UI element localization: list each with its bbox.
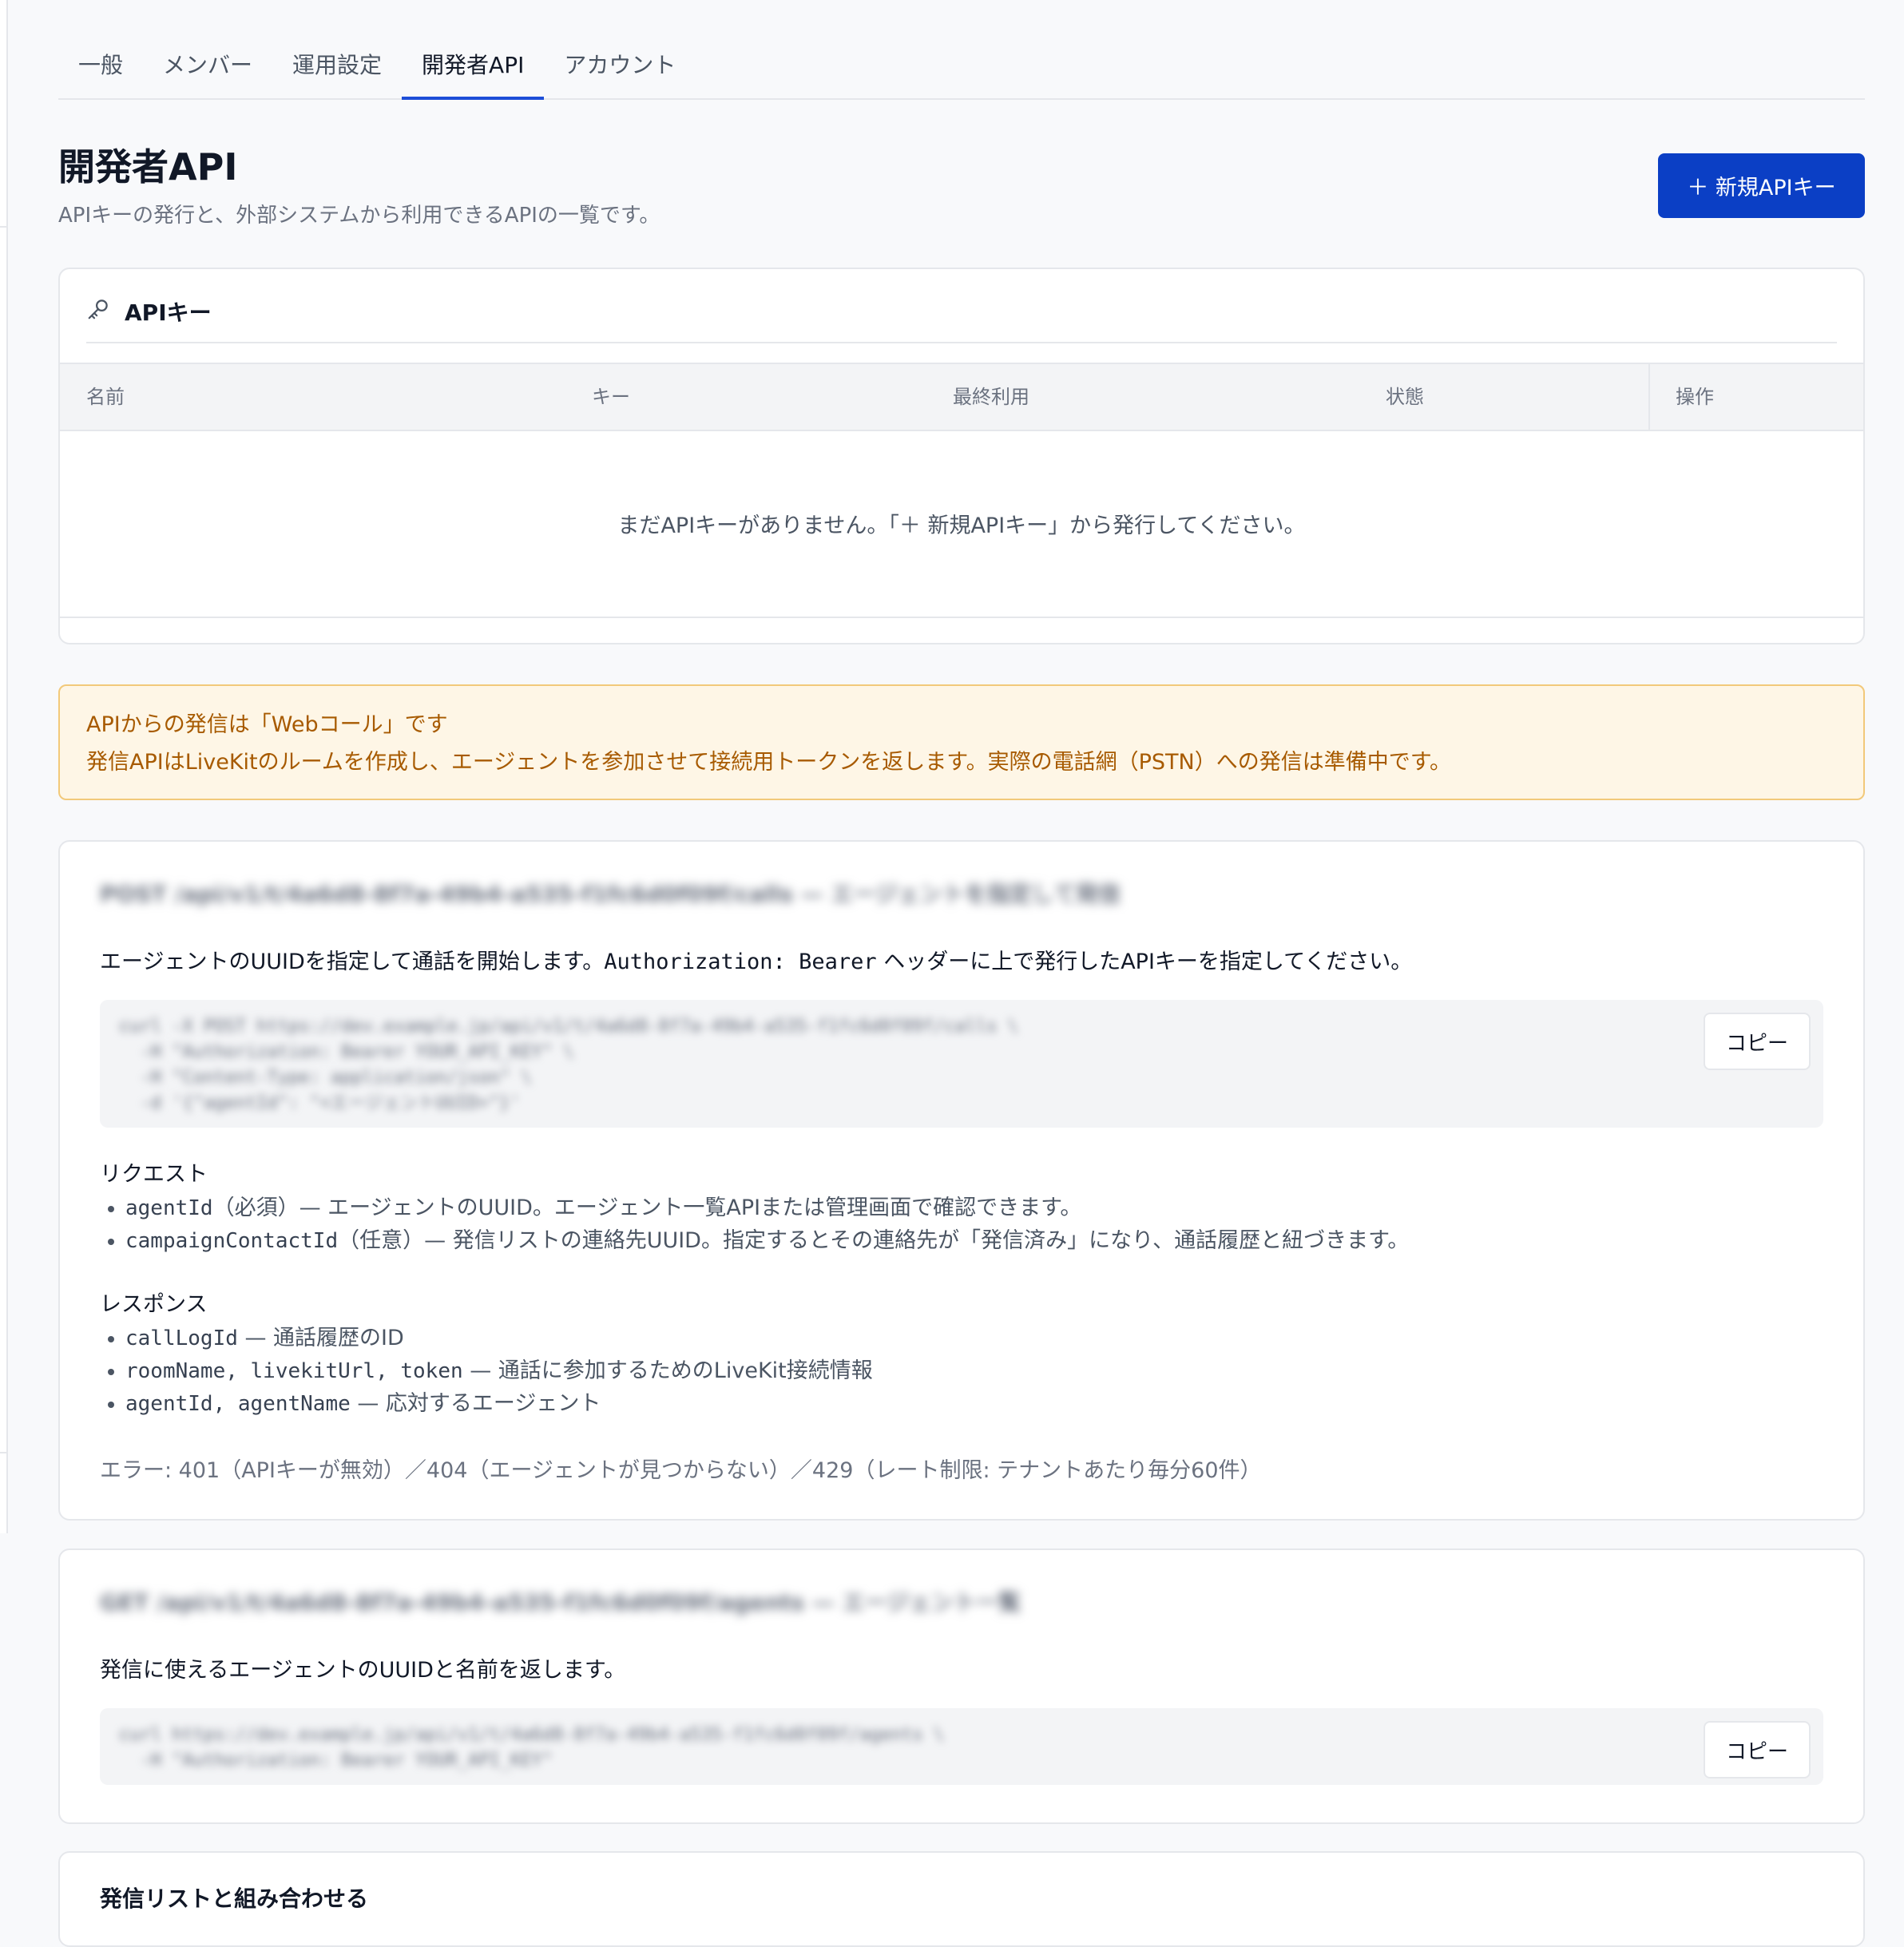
description-text: エージェントのUUIDを指定して通話を開始します。 — [100, 950, 605, 974]
new-api-key-button[interactable]: ＋ 新規APIキー — [1658, 153, 1865, 218]
api-keys-title: APIキー — [125, 299, 212, 326]
notice-body: 発信APIはLiveKitのルームを作成し、エージェントを参加させて接続用トーク… — [86, 750, 1451, 775]
request-label: リクエスト — [100, 1162, 208, 1187]
endpoint-card-calls: POST /api/v1/t/4a6d8-8f7a-49b4-a535-f1fc… — [58, 840, 1865, 1521]
page-subtitle: APIキーの発行と、外部システムから利用できるAPIの一覧です。 — [58, 204, 660, 228]
empty-state-message: まだAPIキーがありません。「＋ 新規APIキー」から発行してください。 — [617, 514, 1306, 538]
column-name: 名前 — [86, 386, 125, 408]
field-name: agentId, agentName — [125, 1392, 351, 1416]
tab-developer-api[interactable]: 開発者API — [402, 50, 545, 100]
endpoint-description: 発信に使えるエージェントのUUIDと名前を返します。 — [100, 1658, 626, 1683]
api-keys-table-header: 名前 キー 最終利用 状態 操作 — [60, 363, 1863, 431]
field-name: callLogId — [125, 1326, 238, 1350]
field-desc: — 通話に参加するためのLiveKit接続情報 — [462, 1358, 873, 1383]
list-item: agentId, agentName — 応対するエージェント — [108, 1387, 873, 1420]
field-desc: — 応対するエージェント — [350, 1391, 601, 1416]
code-sample: curl -X POST https://dev.example.jp/api/… — [119, 1017, 1018, 1113]
response-list: callLogId — 通話履歴のID roomName, livekitUrl… — [108, 1322, 873, 1420]
description-text: ヘッダーに上で発行したAPIキーを指定してください。 — [883, 950, 1413, 974]
field-name: roomName, livekitUrl, token — [125, 1359, 463, 1383]
divider — [60, 617, 1863, 618]
endpoint-description: エージェントのUUIDを指定して通話を開始します。Authorization: … — [100, 944, 1412, 975]
column-status: 状態 — [1386, 386, 1424, 408]
tab-account[interactable]: アカウント — [544, 50, 696, 98]
error-codes: エラー: 401（APIキーが無効）／404（エージェントが見つからない）／42… — [100, 1458, 1262, 1483]
api-keys-card: APIキー 名前 キー 最終利用 状態 操作 まだAPIキーがありません。「＋ … — [58, 268, 1865, 644]
column-last-used: 最終利用 — [953, 386, 1029, 408]
notice-title: APIからの発信は「Webコール」です — [86, 712, 448, 737]
response-label: レスポンス — [100, 1292, 208, 1317]
code-block: curl https://dev.example.jp/api/v1/t/4a6… — [100, 1708, 1823, 1785]
column-key: キー — [592, 386, 630, 408]
request-list: agentId（必須）— エージェントのUUID。エージェント一覧APIまたは管… — [108, 1192, 1409, 1257]
page-title: 開発者API — [58, 145, 238, 188]
sidebar-divider — [0, 226, 6, 228]
sidebar-divider — [0, 1452, 6, 1453]
page-header: 開発者API APIキーの発行と、外部システムから利用できるAPIの一覧です。 … — [58, 100, 1865, 269]
code-block: curl -X POST https://dev.example.jp/api/… — [100, 1000, 1823, 1128]
list-item: callLogId — 通話履歴のID — [108, 1322, 873, 1354]
list-item: agentId（必須）— エージェントのUUID。エージェント一覧APIまたは管… — [108, 1192, 1409, 1224]
key-icon — [86, 297, 110, 327]
main-content: 一般 メンバー 運用設定 開発者API アカウント 開発者API APIキーの発… — [58, 0, 1865, 1947]
endpoint-title: GET /api/v1/t/4a6d8-8f7a-49b4-a535-f1fc6… — [100, 1589, 1021, 1616]
auth-header-code: Authorization: Bearer — [604, 950, 877, 974]
sidebar-edge — [0, 0, 8, 1533]
list-item: campaignContactId（任意）— 発信リストの連絡先UUID。指定す… — [108, 1224, 1409, 1257]
field-desc: — 通話履歴のID — [237, 1326, 404, 1350]
endpoint-title: POST /api/v1/t/4a6d8-8f7a-49b4-a535-f1fc… — [100, 881, 1121, 907]
column-actions: 操作 — [1648, 364, 1714, 430]
tab-operations[interactable]: 運用設定 — [272, 50, 402, 98]
param-name: campaignContactId — [125, 1229, 339, 1253]
api-keys-header: APIキー — [86, 293, 212, 330]
tab-general[interactable]: 一般 — [58, 50, 143, 98]
param-name: agentId — [125, 1196, 213, 1220]
list-item: roomName, livekitUrl, token — 通話に参加するための… — [108, 1354, 873, 1387]
webcall-notice: APIからの発信は「Webコール」です 発信APIはLiveKitのルームを作成… — [58, 684, 1865, 800]
tab-members[interactable]: メンバー — [143, 50, 272, 98]
divider — [86, 342, 1837, 343]
copy-button[interactable]: コピー — [1704, 1721, 1811, 1778]
code-sample: curl https://dev.example.jp/api/v1/t/4a6… — [119, 1725, 945, 1771]
settings-tabs: 一般 メンバー 運用設定 開発者API アカウント — [58, 0, 1865, 100]
section-title: 発信リストと組み合わせる — [100, 1886, 369, 1912]
endpoint-card-agents: GET /api/v1/t/4a6d8-8f7a-49b4-a535-f1fc6… — [58, 1548, 1865, 1824]
param-desc: （任意）— 発信リストの連絡先UUID。指定するとその連絡先が「発信済み」になり… — [338, 1228, 1410, 1253]
param-desc: （必須）— エージェントのUUID。エージェント一覧APIまたは管理画面で確認で… — [212, 1196, 1082, 1220]
copy-button[interactable]: コピー — [1704, 1013, 1811, 1070]
campaign-section-card: 発信リストと組み合わせる — [58, 1851, 1865, 1947]
